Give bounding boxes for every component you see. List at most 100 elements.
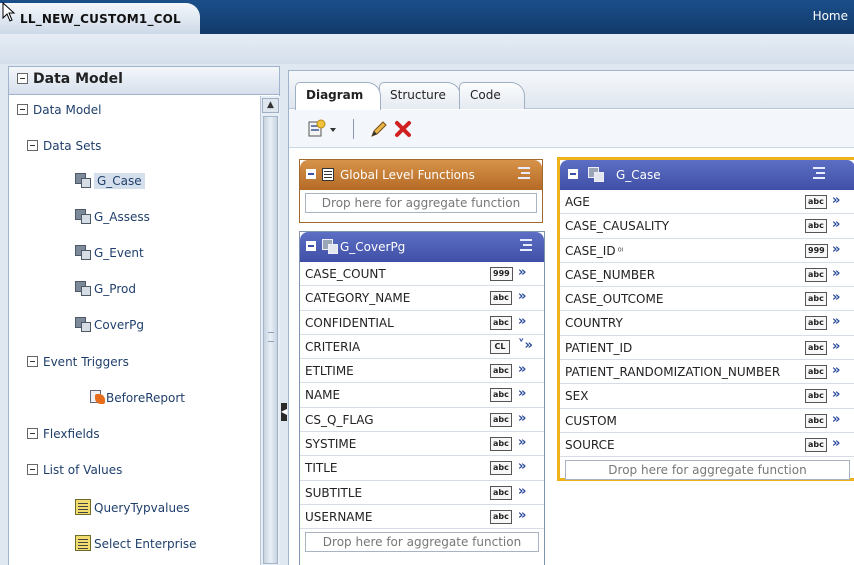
list-of-values-icon [75, 535, 91, 551]
element-name: TITLE [305, 461, 338, 476]
global-functions-header[interactable]: Global Level Functions [300, 160, 542, 190]
expand-element-icon[interactable]: » [518, 459, 526, 474]
element-row[interactable]: CASE_OUTCOME abc » [560, 287, 854, 312]
element-row[interactable]: CONFIDENTIAL abc » [300, 311, 544, 335]
expand-element-icon[interactable]: » [518, 508, 526, 523]
element-row[interactable]: CASE_CAUSALITY abc » [560, 214, 854, 239]
expand-element-icon[interactable]: » [832, 242, 840, 257]
element-row[interactable]: CATEGORY_NAME abc » [300, 286, 544, 311]
expand-element-icon[interactable]: » [518, 265, 526, 280]
expand-element-icon[interactable]: » [832, 412, 840, 427]
element-row[interactable]: CS_Q_FLAG abc » [300, 408, 544, 433]
element-row[interactable]: CASE_ID ⁰ˡ 999 » [560, 239, 854, 263]
element-row[interactable]: AGE abc » [560, 190, 854, 215]
tree-node-coverpg[interactable]: CoverPg [75, 317, 144, 332]
collapse-icon[interactable] [27, 464, 38, 475]
panel-splitter[interactable]: ◀ [280, 66, 288, 565]
tree-node-data-sets[interactable]: Data Sets [27, 139, 101, 153]
tree-node-list-of-values[interactable]: List of Values [27, 463, 122, 477]
global-level-functions-box[interactable]: Global Level Functions Drop here for agg… [299, 159, 543, 223]
tree-node-flexfields[interactable]: Flexfields [27, 427, 100, 441]
element-row[interactable]: PATIENT_ID abc » [560, 336, 854, 361]
menu-icon[interactable] [518, 167, 532, 181]
element-row[interactable]: CASE_COUNT 999 » [300, 262, 544, 287]
element-row[interactable]: ETLTIME abc » [300, 359, 544, 384]
expand-element-icon[interactable]: » [518, 435, 526, 450]
collapse-icon[interactable] [17, 73, 28, 84]
element-row[interactable]: SOURCE abc » [560, 433, 854, 458]
g-case-group[interactable]: G_Case AGE abc» CASE_CAUSALITY abc» CASE_ID ⁰… [557, 157, 854, 481]
tab-diagram[interactable]: Diagram [295, 82, 381, 110]
g-coverpg-group[interactable]: G_CoverPg CASE_COUNT 999» CATEGORY_NAME abc… [299, 231, 545, 565]
expand-element-icon[interactable]: » [832, 339, 840, 354]
collapse-icon[interactable] [568, 169, 578, 179]
expand-element-icon[interactable]: » [518, 362, 526, 377]
element-row[interactable]: NAME abc » [300, 383, 544, 408]
tree-node-select-enterprise[interactable]: Select Enterprise [75, 535, 197, 551]
expand-element-icon[interactable]: » [832, 314, 840, 329]
expand-element-icon[interactable]: » [518, 411, 526, 426]
scroll-up-arrow-icon[interactable]: ▲ [262, 98, 279, 113]
element-row[interactable]: SEX abc » [560, 384, 854, 409]
tree-node-g-case[interactable]: G_Case [75, 173, 145, 189]
element-name: USERNAME [305, 509, 373, 524]
aggregate-drop-zone[interactable]: Drop here for aggregate function [565, 460, 850, 481]
expand-element-icon[interactable]: » [832, 290, 840, 305]
expand-icon[interactable] [27, 428, 38, 439]
expand-element-icon[interactable]: » [832, 217, 840, 232]
tree-node-before-report[interactable]: BeforeReport [89, 389, 185, 405]
top-bar: LL_NEW_CUSTOM1_COL Home [0, 0, 854, 34]
home-link[interactable]: Home [813, 9, 848, 23]
global-functions-title: Global Level Functions [340, 168, 475, 182]
expand-element-icon[interactable]: ˅» [518, 338, 533, 353]
element-row[interactable]: TITLE abc » [300, 456, 544, 481]
expand-element-icon[interactable]: » [518, 484, 526, 499]
panel-header[interactable]: Data Model [9, 67, 279, 95]
element-row[interactable]: CUSTOM abc » [560, 409, 854, 433]
scroll-thumb[interactable] [263, 116, 278, 564]
collapse-icon[interactable] [306, 169, 316, 179]
dropdown-arrow-icon[interactable] [329, 119, 337, 139]
tree-node-event-triggers[interactable]: Event Triggers [27, 355, 129, 369]
aggregate-drop-zone[interactable]: Drop here for aggregate function [305, 532, 539, 553]
element-row[interactable]: SUBTITLE abc » [300, 481, 544, 505]
tree-node-g-event[interactable]: G_Event [75, 245, 144, 260]
expand-element-icon[interactable]: » [518, 314, 526, 329]
expand-element-icon[interactable]: » [832, 266, 840, 281]
tree-node-g-assess[interactable]: G_Assess [75, 209, 150, 224]
edit-pencil-icon[interactable] [369, 119, 389, 139]
expand-element-icon[interactable]: » [832, 363, 840, 378]
aggregate-drop-zone[interactable]: Drop here for aggregate function [305, 193, 537, 213]
tree-node-data-model[interactable]: Data Model [17, 103, 102, 117]
expand-element-icon[interactable]: » [518, 386, 526, 401]
element-row[interactable]: COUNTRY abc » [560, 311, 854, 336]
tab-code[interactable]: Code [459, 82, 525, 109]
element-row[interactable]: CASE_NUMBER abc » [560, 263, 854, 288]
collapse-icon[interactable] [27, 356, 38, 367]
element-row[interactable]: USERNAME abc » [300, 505, 544, 530]
tree-node-querytypvalues[interactable]: QueryTypvalues [75, 499, 190, 515]
collapse-left-arrow-icon[interactable]: ◀ [281, 403, 287, 421]
collapse-icon[interactable] [27, 140, 38, 151]
document-tab[interactable]: LL_NEW_CUSTOM1_COL [0, 3, 200, 34]
menu-icon[interactable] [520, 239, 534, 253]
element-row[interactable]: SYSTIME abc » [300, 432, 544, 457]
expand-element-icon[interactable]: » [832, 193, 840, 208]
editor-tabs: Diagram Structure Code [289, 71, 854, 110]
g-coverpg-header[interactable]: G_CoverPg [300, 232, 544, 262]
element-name: SYSTIME [305, 437, 357, 452]
tab-structure[interactable]: Structure [379, 82, 461, 109]
expand-element-icon[interactable]: » [518, 289, 526, 304]
tree-scrollbar[interactable]: ▲ [260, 96, 280, 565]
element-row[interactable]: CRITERIA CL ˅» [300, 335, 544, 360]
element-row[interactable]: PATIENT_RANDOMIZATION_NUMBER abc » [560, 360, 854, 385]
g-case-header[interactable]: G_Case [560, 160, 854, 190]
menu-icon[interactable] [813, 167, 827, 181]
collapse-icon[interactable] [17, 104, 28, 115]
expand-element-icon[interactable]: » [832, 387, 840, 402]
collapse-icon[interactable] [306, 241, 316, 251]
expand-element-icon[interactable]: » [832, 436, 840, 451]
delete-x-icon[interactable] [393, 119, 413, 139]
tree-node-g-prod[interactable]: G_Prod [75, 281, 136, 296]
new-data-set-icon[interactable] [307, 119, 327, 139]
